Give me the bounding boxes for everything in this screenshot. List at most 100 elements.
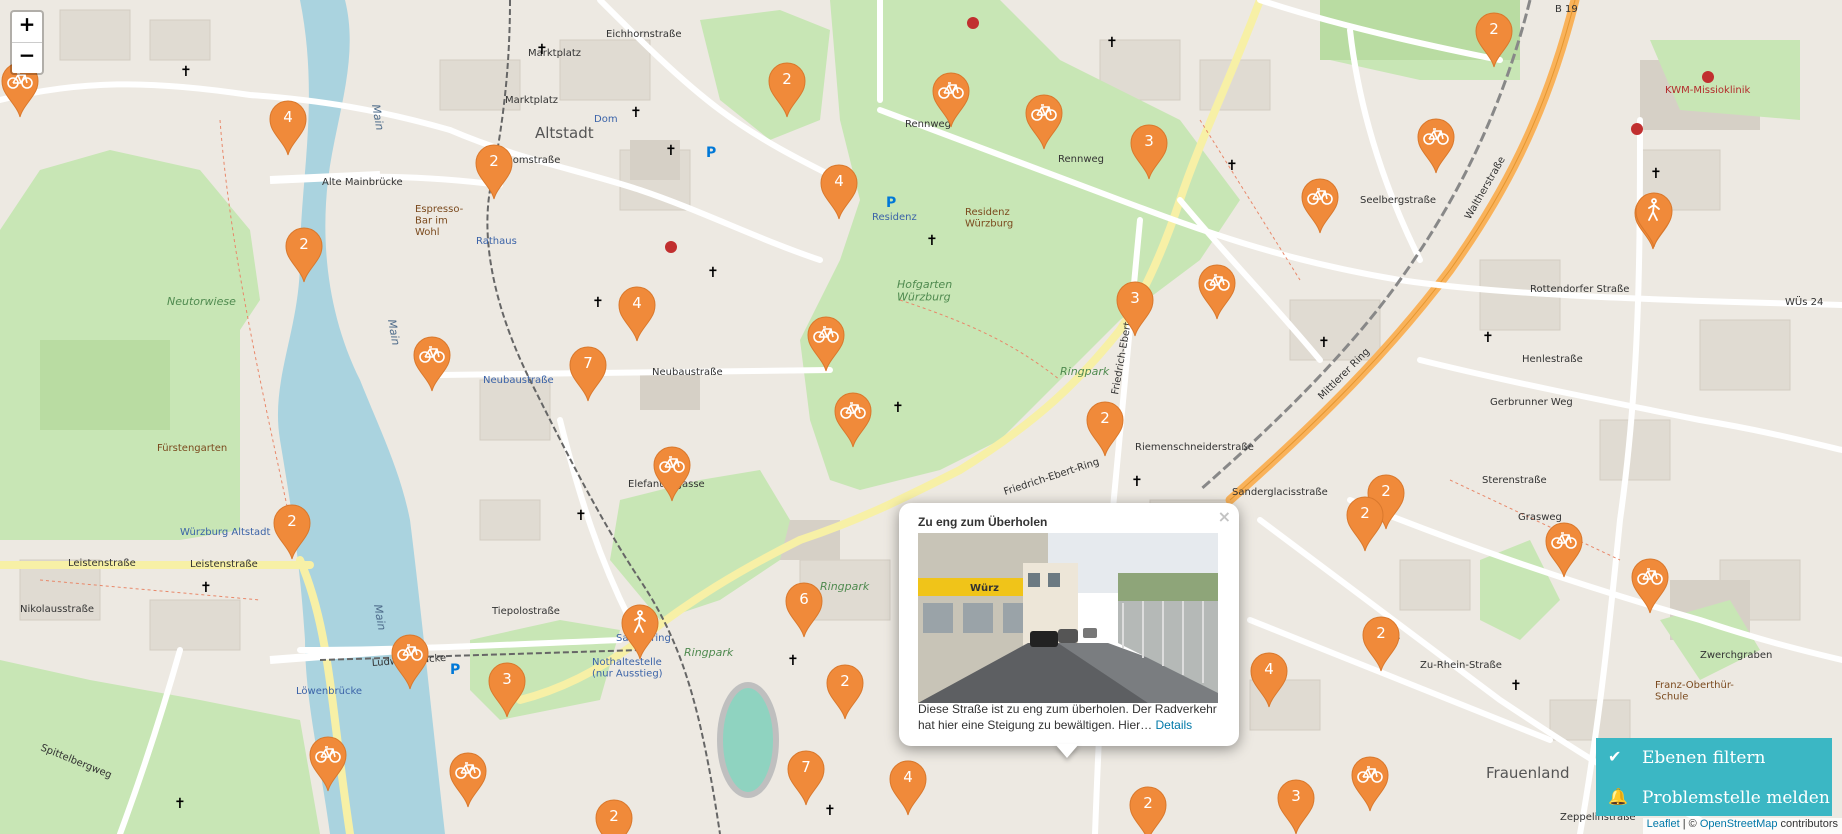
church-icon: ✝ bbox=[1510, 678, 1522, 694]
label-residenz: Residenz bbox=[872, 212, 917, 223]
bicycle-icon bbox=[1637, 568, 1663, 585]
pedestrian-marker[interactable] bbox=[1635, 192, 1673, 248]
report-problem-button[interactable]: 🔔 Problemstelle melden bbox=[1596, 778, 1832, 816]
cluster-marker[interactable]: 2 bbox=[285, 227, 323, 283]
cluster-count: 4 bbox=[903, 768, 913, 786]
bicycle-icon bbox=[938, 82, 964, 99]
cluster-marker[interactable]: 7 bbox=[787, 750, 825, 806]
leaflet-link[interactable]: Leaflet bbox=[1647, 818, 1680, 830]
osm-link[interactable]: OpenStreetMap bbox=[1700, 818, 1778, 830]
cluster-marker[interactable]: 6 bbox=[785, 582, 823, 638]
bicycle-icon bbox=[1031, 104, 1057, 121]
zoom-control: + − bbox=[10, 10, 44, 75]
bicycle-marker[interactable] bbox=[653, 446, 691, 502]
popup-title: Zu eng zum Überholen bbox=[918, 515, 1048, 529]
cluster-marker[interactable]: 4 bbox=[269, 100, 307, 156]
map-attribution: Leaflet | © OpenStreetMap contributors bbox=[1642, 818, 1842, 834]
bicycle-marker[interactable] bbox=[932, 72, 970, 128]
bicycle-icon bbox=[1357, 766, 1383, 783]
cluster-marker[interactable]: 2 bbox=[1129, 786, 1167, 834]
popup-tip bbox=[1055, 744, 1079, 758]
pedestrian-marker[interactable] bbox=[621, 604, 659, 660]
cluster-count: 2 bbox=[609, 807, 619, 825]
cluster-count: 3 bbox=[1291, 787, 1301, 805]
cluster-marker[interactable]: 2 bbox=[1086, 401, 1124, 457]
cluster-marker[interactable]: 3 bbox=[1130, 124, 1168, 180]
label-dom: Dom bbox=[594, 114, 618, 125]
label-tiepolostrasse: Tiepolostraße bbox=[491, 606, 560, 617]
cluster-marker[interactable]: 3 bbox=[1277, 779, 1315, 834]
bicycle-marker[interactable] bbox=[1025, 94, 1063, 150]
label-sanderglacisstrasse: Sanderglacisstraße bbox=[1232, 487, 1328, 498]
bicycle-marker[interactable] bbox=[449, 752, 487, 808]
bicycle-marker[interactable] bbox=[1351, 756, 1389, 812]
cluster-marker[interactable]: 7 bbox=[569, 346, 607, 402]
report-problem-label: Problemstelle melden bbox=[1642, 788, 1830, 808]
bicycle-marker[interactable] bbox=[391, 634, 429, 690]
label-zwerchgraben: Zwerchgraben bbox=[1700, 650, 1772, 661]
photo-sign-text: Würz bbox=[970, 583, 999, 594]
bicycle-icon bbox=[397, 644, 423, 661]
label-nothaltestelle: Nothaltestelle (nur Ausstieg) bbox=[592, 657, 663, 680]
popup-description: Diese Straße ist zu eng zum überholen. D… bbox=[918, 701, 1228, 733]
cluster-count: 4 bbox=[283, 108, 293, 126]
label-frauenland: Frauenland bbox=[1486, 764, 1570, 782]
cluster-count: 3 bbox=[1144, 132, 1154, 150]
cluster-count: 2 bbox=[1376, 624, 1386, 642]
cluster-marker[interactable]: 2 bbox=[1475, 12, 1513, 68]
hospital-icon bbox=[665, 241, 677, 253]
cluster-marker[interactable]: 4 bbox=[1250, 652, 1288, 708]
bicycle-icon bbox=[1307, 188, 1333, 205]
zoom-out-button[interactable]: − bbox=[12, 42, 42, 73]
cluster-marker[interactable]: 4 bbox=[820, 164, 858, 220]
label-eichhornstrasse: Eichhornstraße bbox=[606, 29, 681, 40]
bicycle-marker[interactable] bbox=[1631, 558, 1669, 614]
filter-layers-button[interactable]: ✔ Ebenen filtern bbox=[1596, 738, 1832, 776]
church-icon: ✝ bbox=[926, 233, 938, 249]
cluster-count: 2 bbox=[1360, 504, 1370, 522]
cluster-marker[interactable]: 2 bbox=[475, 144, 513, 200]
bicycle-marker[interactable] bbox=[413, 336, 451, 392]
cluster-marker[interactable]: 2 bbox=[768, 62, 806, 118]
marker-popup: × Zu eng zum Überholen Würz Diese Straße… bbox=[899, 503, 1239, 746]
filter-layers-label: Ebenen filtern bbox=[1642, 748, 1766, 768]
zoom-in-button[interactable]: + bbox=[12, 12, 42, 42]
bicycle-marker[interactable] bbox=[807, 316, 845, 372]
cluster-marker[interactable]: 4 bbox=[618, 286, 656, 342]
bicycle-marker[interactable] bbox=[1198, 264, 1236, 320]
cluster-count: 2 bbox=[1143, 794, 1153, 812]
church-icon: ✝ bbox=[1650, 166, 1662, 182]
cluster-count: 2 bbox=[1489, 20, 1499, 38]
label-leistenstrasse: Leistenstraße bbox=[68, 558, 136, 569]
cluster-marker[interactable]: 3 bbox=[1116, 281, 1154, 337]
label-ringpark: Ringpark bbox=[1060, 365, 1110, 378]
label-nikolausstrasse: Nikolausstraße bbox=[20, 604, 94, 615]
bicycle-icon bbox=[659, 456, 685, 473]
church-icon: ✝ bbox=[575, 508, 587, 524]
church-icon: ✝ bbox=[630, 105, 642, 121]
label-residenz-wuerzburg: Residenz Würzburg bbox=[965, 207, 1013, 230]
popup-close-button[interactable]: × bbox=[1218, 507, 1231, 526]
cluster-marker[interactable]: 3 bbox=[488, 662, 526, 718]
bicycle-marker[interactable] bbox=[1417, 118, 1455, 174]
cluster-count: 3 bbox=[1130, 289, 1140, 307]
bicycle-marker[interactable] bbox=[309, 736, 347, 792]
bicycle-marker[interactable] bbox=[1545, 522, 1583, 578]
label-henlestrasse: Henlestraße bbox=[1522, 354, 1583, 365]
label-neubaustrasse-2: Neubaustraße bbox=[652, 367, 723, 378]
church-icon: ✝ bbox=[592, 295, 604, 311]
cluster-marker[interactable]: 2 bbox=[595, 799, 633, 834]
label-loewenbruecke: Löwenbrücke bbox=[296, 686, 362, 697]
bicycle-icon bbox=[840, 402, 866, 419]
cluster-count: 2 bbox=[782, 70, 792, 88]
bicycle-marker[interactable] bbox=[1301, 178, 1339, 234]
cluster-count: 7 bbox=[583, 354, 593, 372]
cluster-marker[interactable]: 2 bbox=[1346, 496, 1384, 552]
bell-icon: 🔔 bbox=[1608, 787, 1628, 806]
popup-details-link[interactable]: Details bbox=[1155, 718, 1192, 732]
cluster-marker[interactable]: 4 bbox=[889, 760, 927, 816]
bicycle-marker[interactable] bbox=[834, 392, 872, 448]
cluster-marker[interactable]: 2 bbox=[826, 664, 864, 720]
cluster-marker[interactable]: 2 bbox=[1362, 616, 1400, 672]
cluster-marker[interactable]: 2 bbox=[273, 504, 311, 560]
